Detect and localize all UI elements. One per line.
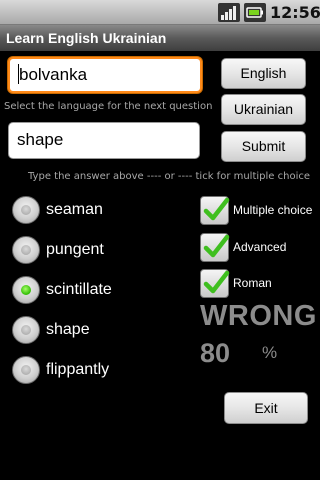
exit-button-label: Exit: [254, 400, 278, 416]
checkmark-icon: [203, 270, 230, 294]
answer-input-value: shape: [17, 130, 64, 149]
choice-option[interactable]: flippantly: [12, 354, 192, 386]
checkmark-icon: [203, 234, 230, 258]
answer-input[interactable]: shape: [8, 122, 200, 159]
signal-icon: [218, 3, 240, 22]
advanced-option[interactable]: Advanced: [200, 231, 320, 263]
roman-label: Roman: [233, 276, 272, 290]
submit-button-label: Submit: [241, 138, 286, 154]
choice-label: flippantly: [46, 361, 110, 378]
choice-label: pungent: [46, 241, 104, 258]
checkmark-icon: [203, 197, 230, 221]
multiple-choice-label: Multiple choice: [233, 203, 313, 217]
result-text: WRONG: [200, 300, 317, 332]
choice-option[interactable]: seaman: [12, 194, 192, 226]
app-screen: 12:56 Learn English Ukrainian bolvanka E…: [0, 0, 320, 480]
clock-time: 12:56: [270, 3, 320, 22]
radio-button[interactable]: [12, 236, 40, 264]
score-value: 80: [200, 338, 231, 368]
ukrainian-button-label: Ukrainian: [233, 101, 294, 117]
app-title-bar: Learn English Ukrainian: [0, 25, 320, 51]
answer-hint: Type the answer above ---- or ---- tick …: [28, 171, 311, 182]
checkbox-checked[interactable]: [200, 233, 230, 262]
score-unit: %: [262, 343, 278, 362]
radio-button[interactable]: [12, 316, 40, 344]
choice-option[interactable]: scintillate: [12, 274, 192, 306]
roman-option[interactable]: Roman: [200, 267, 320, 299]
checkbox-checked[interactable]: [200, 269, 230, 298]
advanced-label: Advanced: [233, 240, 287, 254]
status-bar: 12:56: [0, 0, 320, 25]
radio-button-selected[interactable]: [12, 276, 40, 304]
english-button[interactable]: English: [221, 58, 306, 89]
battery-icon: [244, 3, 266, 22]
question-input[interactable]: bolvanka: [8, 57, 202, 93]
radio-button[interactable]: [12, 196, 40, 224]
multiple-choice-option[interactable]: Multiple choice: [200, 194, 320, 226]
radio-button[interactable]: [12, 356, 40, 384]
choice-option[interactable]: shape: [12, 314, 192, 346]
choice-option[interactable]: pungent: [12, 234, 192, 266]
language-hint: Select the language for the next questio…: [4, 101, 213, 112]
ukrainian-button[interactable]: Ukrainian: [221, 94, 306, 125]
english-button-label: English: [240, 65, 287, 81]
choice-label: shape: [46, 321, 90, 338]
checkbox-checked[interactable]: [200, 196, 230, 225]
choice-label: seaman: [46, 201, 103, 218]
submit-button[interactable]: Submit: [221, 131, 306, 162]
choice-label: scintillate: [46, 281, 112, 298]
app-title: Learn English Ukrainian: [6, 30, 167, 46]
question-input-value: bolvanka: [19, 65, 88, 84]
exit-button[interactable]: Exit: [224, 392, 308, 424]
